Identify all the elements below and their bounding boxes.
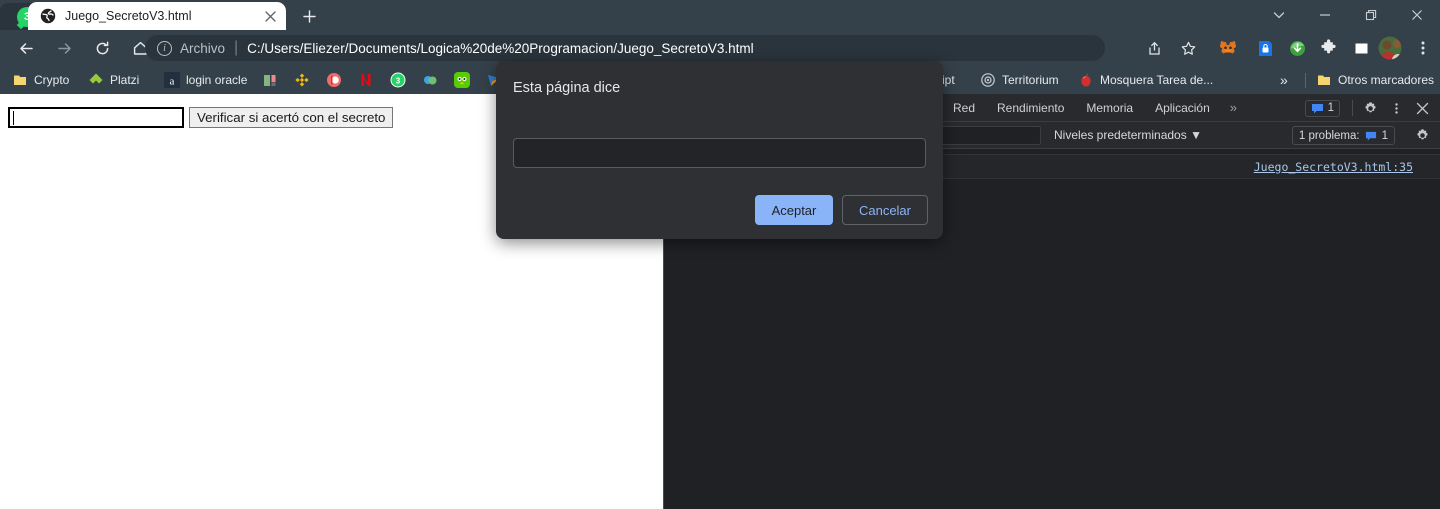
devtools-close-icon[interactable]	[1409, 94, 1435, 122]
whatsapp-icon: 3	[390, 72, 406, 88]
message-icon	[1311, 103, 1323, 113]
bookmark-crypto[interactable]: Crypto	[12, 69, 69, 91]
site-info-icon[interactable]: i	[157, 40, 172, 56]
folder-icon	[12, 72, 28, 88]
devtools-tab-performance[interactable]: Rendimiento	[986, 94, 1075, 122]
secret-guess-input[interactable]	[8, 107, 184, 128]
share-icon[interactable]	[1141, 35, 1167, 61]
console-problems-count: 1	[1381, 129, 1388, 142]
browser-tab-active[interactable]: Juego_SecretoV3.html	[28, 2, 286, 30]
new-tab-button[interactable]	[296, 5, 322, 27]
overflow-icon: »	[1280, 72, 1288, 88]
svg-text:3: 3	[396, 77, 401, 86]
console-problems-badge[interactable]: 1 problema: 1	[1291, 126, 1395, 145]
devtools-tab-memory[interactable]: Memoria	[1075, 94, 1144, 122]
address-scheme-label: Archivo	[180, 40, 226, 56]
bookmark-platzi[interactable]: Platzi	[88, 69, 139, 91]
devtools-message-badge[interactable]: 1	[1304, 99, 1340, 117]
tab-search-button[interactable]	[1256, 0, 1302, 30]
bookmark-edge[interactable]	[422, 69, 438, 91]
bookmark-pinterest[interactable]	[326, 69, 342, 91]
download-manager-extension-icon[interactable]	[1284, 35, 1310, 61]
apple-icon	[1078, 72, 1094, 88]
minimize-icon[interactable]	[1302, 0, 1348, 30]
bookmark-binance[interactable]	[294, 69, 310, 91]
bookmark-chart[interactable]	[262, 69, 278, 91]
address-url-text: C:/Users/Eliezer/Documents/Logica%20de%2…	[247, 40, 754, 56]
bookmark-label: Crypto	[34, 73, 70, 87]
kebab-menu-icon[interactable]	[1383, 94, 1409, 122]
gear-icon[interactable]	[1357, 94, 1383, 122]
address-separator: |	[234, 39, 239, 56]
forward-button[interactable]	[50, 34, 78, 62]
password-manager-extension-icon[interactable]	[1252, 35, 1278, 61]
bookmark-whatsapp[interactable]: 3	[390, 69, 406, 91]
profile-avatar[interactable]	[1378, 36, 1402, 60]
devtools-tabbar-actions: 1	[1304, 94, 1440, 122]
bookmark-other-bookmarks[interactable]: Otros marcadores	[1316, 69, 1434, 91]
folder-icon	[1316, 72, 1332, 88]
bookmarks-divider	[1305, 73, 1306, 88]
bookmark-mosquera-tarea[interactable]: Mosquera Tarea de...	[1078, 69, 1213, 91]
bookmark-label: Territorium	[1002, 73, 1059, 87]
platzi-icon	[88, 72, 104, 88]
reload-button[interactable]	[88, 34, 116, 62]
close-icon[interactable]	[262, 8, 278, 24]
back-button[interactable]	[12, 34, 40, 62]
console-levels-dropdown[interactable]: Niveles predeterminados ▼	[1054, 122, 1202, 149]
extensions-puzzle-icon[interactable]	[1316, 35, 1342, 61]
bookmark-star-icon[interactable]	[1175, 35, 1201, 61]
bookmark-territorium[interactable]: Territorium	[980, 69, 1059, 91]
amazon-a-icon: a	[164, 72, 180, 88]
devtools-tabs-overflow[interactable]: »	[1221, 94, 1246, 122]
netflix-icon	[358, 72, 374, 88]
bookmark-duolingo[interactable]	[454, 69, 470, 91]
restore-icon[interactable]	[1348, 0, 1394, 30]
chart-icon	[262, 72, 278, 88]
text-cursor	[13, 111, 14, 125]
cancel-button[interactable]: Cancelar	[841, 195, 928, 225]
bookmark-label: Mosquera Tarea de...	[1100, 73, 1214, 87]
bookmark-netflix[interactable]	[358, 69, 374, 91]
svg-text:a: a	[170, 75, 175, 87]
dialog-prompt-input[interactable]	[513, 138, 926, 168]
dialog-title: Esta página dice	[513, 80, 621, 96]
bookmark-label: login oracle	[186, 73, 248, 87]
side-panel-icon[interactable]	[1348, 35, 1374, 61]
console-problems-label: 1 problema:	[1298, 129, 1360, 142]
javascript-prompt-dialog: Esta página dice Aceptar Cancelar	[496, 61, 943, 239]
target-icon	[980, 72, 996, 88]
close-window-icon[interactable]	[1394, 0, 1440, 30]
console-settings-gear-icon[interactable]	[1409, 122, 1435, 149]
browser-window: 3 Juego_SecretoV3.html i Archivo | C:/Us…	[0, 0, 1440, 509]
tab-title: Juego_SecretoV3.html	[65, 9, 192, 23]
devtools-divider	[1352, 100, 1353, 116]
dialog-actions: Aceptar Cancelar	[754, 195, 928, 225]
chrome-menu-icon[interactable]	[1410, 35, 1436, 61]
pinterest-icon	[326, 72, 342, 88]
address-bar[interactable]: i Archivo | C:/Users/Eliezer/Documents/L…	[145, 35, 1105, 61]
bookmark-label: Otros marcadores	[1338, 73, 1435, 87]
bookmark-label: Platzi	[110, 73, 140, 87]
devtools-tab-application[interactable]: Aplicación	[1144, 94, 1221, 122]
metamask-extension-icon[interactable]	[1215, 35, 1241, 61]
binance-icon	[294, 72, 310, 88]
globe-icon	[40, 8, 56, 24]
message-icon	[1365, 131, 1376, 141]
duolingo-icon	[454, 72, 470, 88]
bookmark-login-oracle[interactable]: a login oracle	[164, 69, 247, 91]
accept-button[interactable]: Aceptar	[754, 195, 833, 225]
edge-icon	[422, 72, 438, 88]
tab-strip: 3 Juego_SecretoV3.html	[0, 0, 1440, 30]
devtools-tab-network[interactable]: Red	[942, 94, 986, 122]
bookmarks-overflow-button[interactable]: »	[1280, 69, 1288, 91]
devtools-message-count: 1	[1327, 102, 1334, 114]
console-source-link[interactable]: Juego_SecretoV3.html:35	[1254, 160, 1413, 174]
verify-secret-button[interactable]: Verificar si acertó con el secreto	[189, 107, 394, 128]
